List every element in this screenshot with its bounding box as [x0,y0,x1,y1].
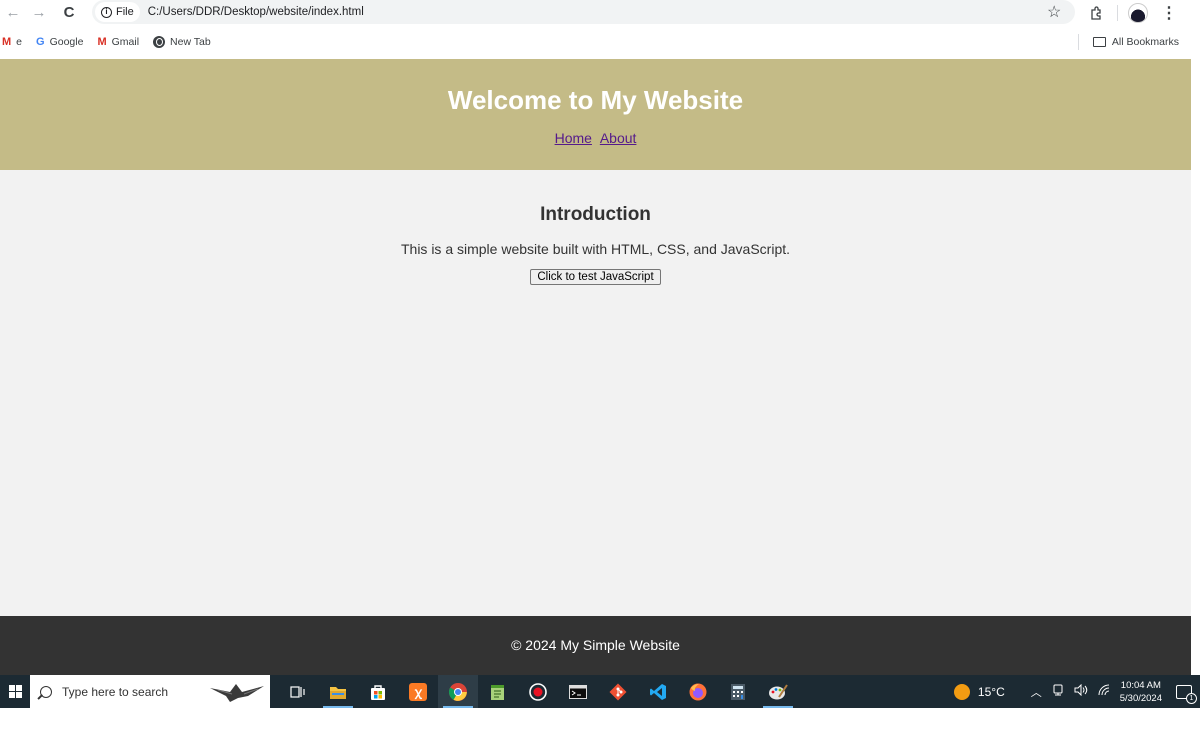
start-button[interactable] [0,675,30,708]
intro-heading: Introduction [540,204,651,225]
file-explorer-icon[interactable] [318,675,358,708]
profile-avatar-icon[interactable] [1128,2,1148,23]
reload-button[interactable]: C [56,2,82,24]
gmail-m-icon: M [97,36,107,48]
nav-link-about[interactable]: About [600,130,637,146]
scrollbar-track[interactable] [1191,59,1200,675]
firefox-icon[interactable] [678,675,718,708]
bookmark-star-icon[interactable]: ☆ [1047,2,1061,22]
chevron-up-icon[interactable]: ︿ [1031,684,1042,700]
url-text[interactable]: C:/Users/DDR/Desktop/website/index.html [148,6,364,18]
store-icon[interactable] [358,675,398,708]
bookmark-label: New Tab [170,36,211,48]
bookmark-item-e[interactable]: M e [2,36,22,48]
site-footer: © 2024 My Simple Website [0,616,1191,675]
google-g-icon: G [36,36,45,48]
intro-section: Introduction This is a simple website bu… [0,170,1191,285]
toolbar-right: ⋮ [1085,0,1180,25]
terminal-icon[interactable] [558,675,598,708]
bookmark-label: e [16,36,23,48]
info-icon: i [101,6,112,18]
site-info-chip[interactable]: i File [95,2,140,22]
wifi-icon[interactable] [1098,684,1110,699]
clock-date: 5/30/2024 [1119,692,1162,704]
xampp-icon[interactable]: ꭓ [398,675,438,708]
menu-icon[interactable]: ⋮ [1158,3,1180,23]
forward-arrow-icon: → [31,4,47,21]
nav-link-home[interactable]: Home [555,130,592,146]
taskbar-search[interactable]: Type here to search [30,675,270,708]
chrome-icon[interactable] [438,675,478,708]
screen-bottom-margin [0,708,1200,750]
weather-sun-icon[interactable] [953,683,970,700]
bookmark-item-new-tab[interactable]: New Tab [153,36,211,48]
browser-toolbar: ← → C i File C:/Users/DDR/Desktop/websit… [0,0,1200,25]
all-bookmarks[interactable]: All Bookmarks [1077,34,1179,50]
notepad-icon[interactable] [478,675,518,708]
extensions-icon[interactable] [1085,2,1107,24]
globe-icon [153,36,166,48]
git-icon[interactable] [598,675,638,708]
calculator-icon[interactable] [718,675,758,708]
volume-icon[interactable] [1074,683,1088,699]
footer-text: © 2024 My Simple Website [511,637,680,653]
back-button[interactable]: ← [0,2,26,24]
gmail-m-icon: M [2,36,12,48]
bookmarks-divider [1077,34,1079,50]
windows-logo-icon [8,685,22,698]
site-header: Welcome to My Website Home About [0,59,1191,170]
recorder-icon[interactable] [518,675,558,708]
site-nav: Home About [0,130,1191,146]
bird-highlight-icon [210,684,264,702]
search-placeholder: Type here to search [62,684,169,699]
folder-icon [1092,37,1106,47]
forward-button[interactable]: → [26,2,52,24]
address-bar[interactable]: i File C:/Users/DDR/Desktop/website/inde… [92,0,1075,24]
file-chip-label: File [116,6,134,18]
all-bookmarks-label: All Bookmarks [1111,36,1179,48]
weather-temperature[interactable]: 15°C [978,685,1005,699]
task-view-icon[interactable] [278,675,318,708]
test-javascript-button[interactable]: Click to test JavaScript [530,269,661,285]
vscode-icon[interactable] [638,675,678,708]
back-arrow-icon: ← [5,4,21,21]
notification-count: 1 [1186,692,1197,704]
reload-icon: C [63,4,75,21]
site-title: Welcome to My Website [447,85,744,115]
notification-icon[interactable]: 1 [1176,684,1197,704]
taskbar: Type here to search ꭓ 15°C ︿ 10:04 AM 5/… [0,675,1200,708]
clock-time: 10:04 AM [1120,679,1161,691]
paint-icon[interactable] [758,675,798,708]
bookmark-label: Gmail [111,36,140,48]
bookmark-item-gmail[interactable]: M Gmail [97,36,139,48]
bookmark-label: Google [49,36,84,48]
search-icon [40,685,52,698]
toolbar-divider [1117,4,1118,21]
web-page: Welcome to My Website Home About Introdu… [0,59,1191,675]
bookmarks-bar: M e G Google M Gmail New Tab All Bookmar… [0,25,1200,59]
system-tray: 15°C ︿ 10:04 AM 5/30/2024 1 [953,675,1200,708]
meet-now-icon[interactable] [1052,684,1064,699]
intro-text: This is a simple website built with HTML… [400,241,791,257]
taskbar-apps: ꭓ [278,675,798,708]
bookmark-item-google[interactable]: G Google [36,36,83,48]
clock[interactable]: 10:04 AM 5/30/2024 [1120,679,1162,705]
